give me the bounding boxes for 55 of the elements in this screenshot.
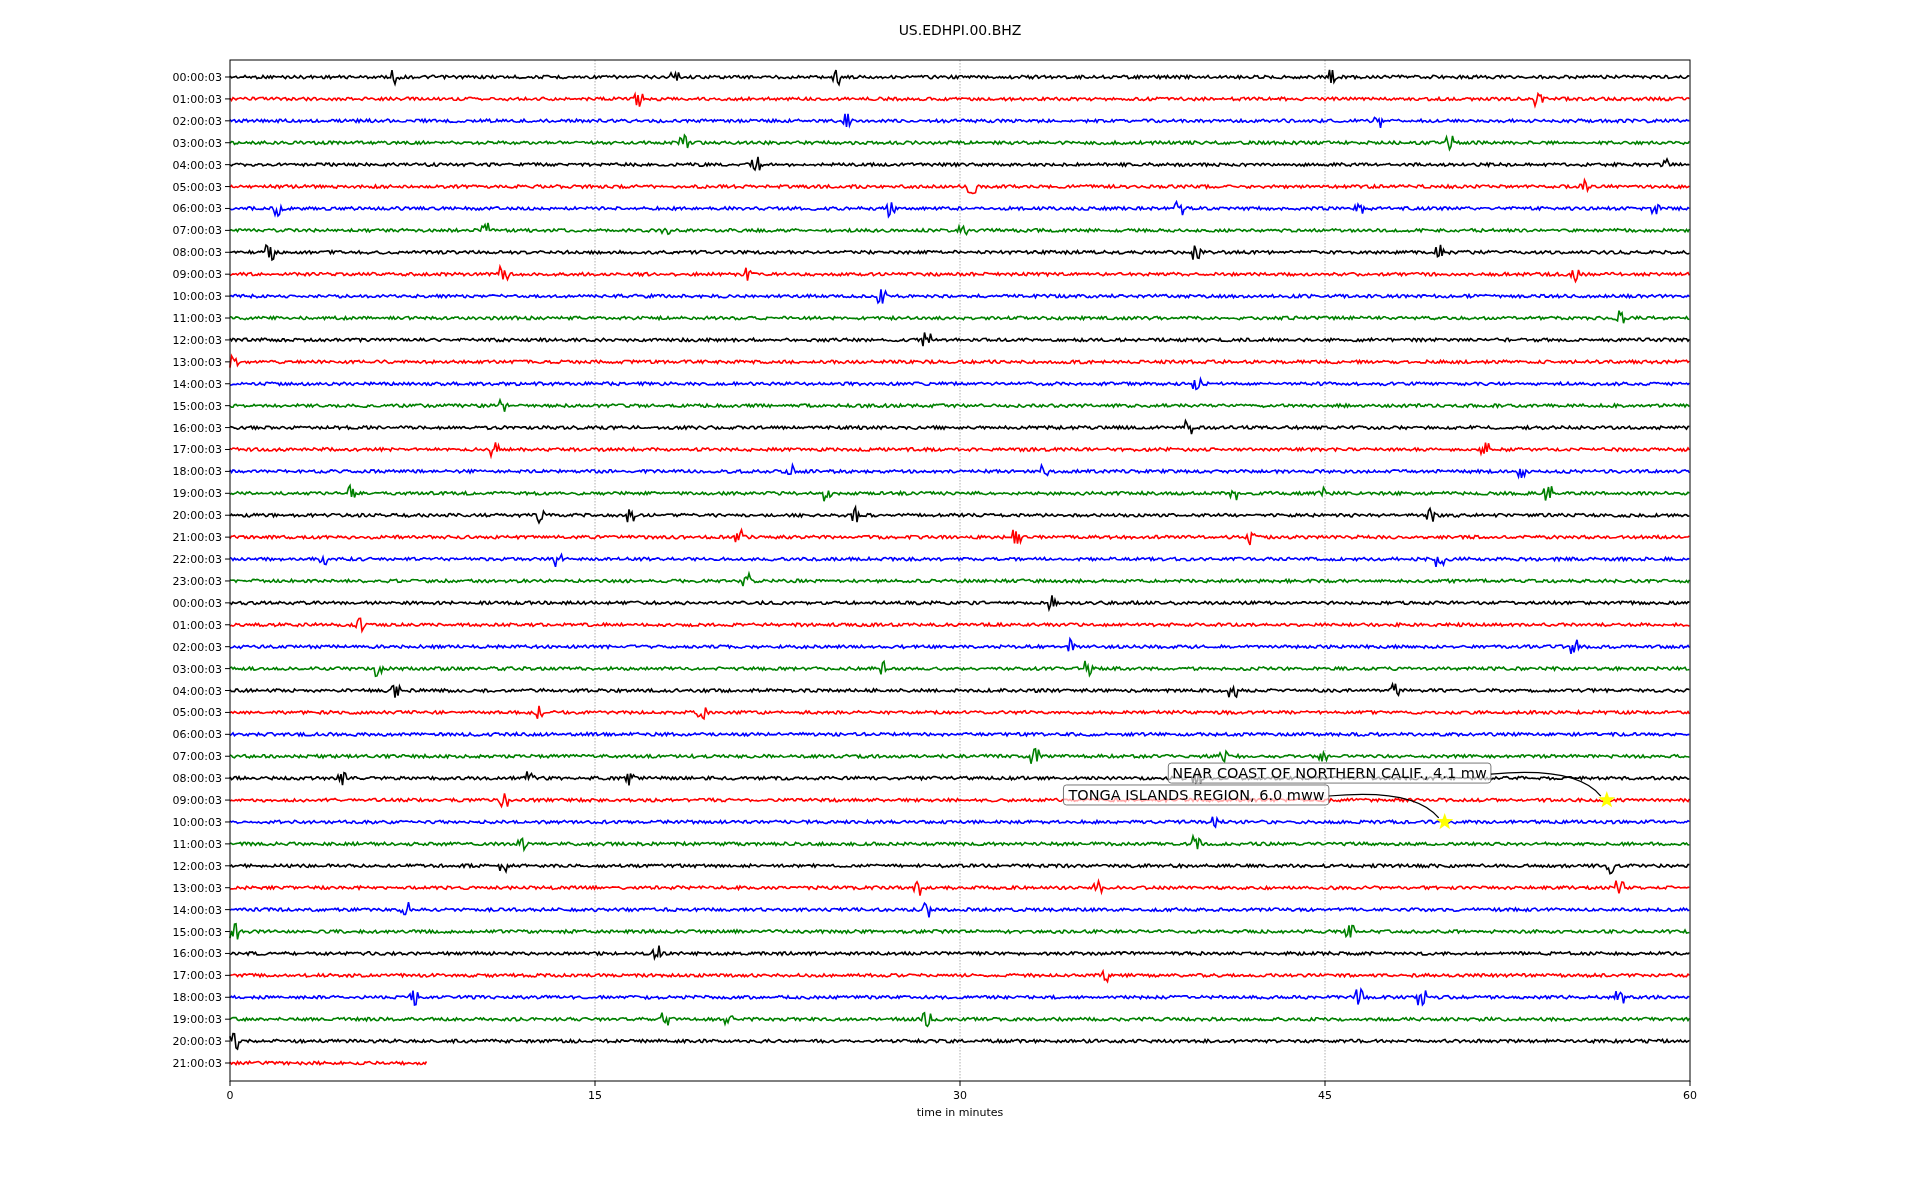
tick-label: 45	[1318, 1089, 1332, 1102]
tick-label: 03:00:03	[172, 662, 222, 676]
tick-label: 02:00:03	[172, 640, 222, 654]
tick-label: 0	[226, 1089, 234, 1102]
axis-label: time in minutes	[916, 1106, 1004, 1119]
tick-label: 04:00:03	[172, 684, 222, 698]
tick-label: 13:00:03	[172, 355, 222, 369]
tick-label: 07:00:03	[172, 750, 222, 764]
tick-label: 19:00:03	[172, 1013, 222, 1027]
tick-label: 18:00:03	[172, 991, 222, 1005]
tick-label: 12:00:03	[172, 333, 222, 347]
tick-label: 11:00:03	[172, 312, 222, 325]
tick-label: 11:00:03	[172, 837, 222, 851]
tick-label: 09:00:03	[172, 268, 222, 282]
tick-label: 17:00:03	[172, 969, 222, 983]
tick-label: 00:00:03	[172, 71, 222, 84]
event-label: NEAR COAST OF NORTHERN CALIF., 4.1 mw	[1167, 762, 1492, 784]
tick-label: 18:00:03	[172, 465, 222, 479]
tick-label: 00:00:03	[172, 596, 222, 610]
tick-label: 07:00:03	[172, 224, 222, 238]
tick-label: 16:00:03	[172, 421, 222, 435]
tick-label: 06:00:03	[172, 728, 222, 742]
tick-label: 19:00:03	[172, 487, 222, 501]
tick-label: 14:00:03	[172, 377, 222, 391]
tick-label: 04:00:03	[172, 158, 222, 172]
tick-label: 15:00:03	[172, 925, 222, 939]
tick-label: 10:00:03	[172, 290, 222, 304]
tick-label: 17:00:03	[172, 443, 222, 457]
tick-label: 21:00:03	[172, 1057, 222, 1070]
tick-label: 01:00:03	[172, 92, 222, 106]
tick-label: 21:00:03	[172, 531, 222, 545]
tick-label: 02:00:03	[172, 114, 222, 128]
tick-label: 01:00:03	[172, 618, 222, 632]
plot-title: US.EDHPI.00.BHZ	[898, 22, 1022, 38]
tick-label: 30	[953, 1089, 967, 1102]
tick-label: 20:00:03	[172, 509, 222, 523]
tick-label: 08:00:03	[172, 246, 222, 260]
tick-label: 60	[1683, 1089, 1697, 1102]
tick-label: 05:00:03	[172, 706, 222, 720]
tick-label: 10:00:03	[172, 816, 222, 829]
event-label: TONGA ISLANDS REGION, 6.0 mww	[1062, 784, 1330, 806]
tick-label: 09:00:03	[172, 794, 222, 808]
tick-label: 22:00:03	[172, 553, 222, 567]
tick-label: 16:00:03	[172, 947, 222, 961]
tick-label: 15	[588, 1089, 602, 1102]
tick-label: 05:00:03	[172, 180, 222, 194]
tick-label: 03:00:03	[172, 136, 222, 150]
tick-label: 23:00:03	[172, 574, 222, 588]
tick-label: 06:00:03	[172, 202, 222, 216]
tick-label: 08:00:03	[172, 772, 222, 786]
tick-label: 12:00:03	[172, 859, 222, 873]
tick-label: 13:00:03	[172, 881, 222, 895]
tick-label: 20:00:03	[172, 1035, 222, 1049]
tick-label: 15:00:03	[172, 399, 222, 413]
tick-label: 14:00:03	[172, 903, 222, 917]
